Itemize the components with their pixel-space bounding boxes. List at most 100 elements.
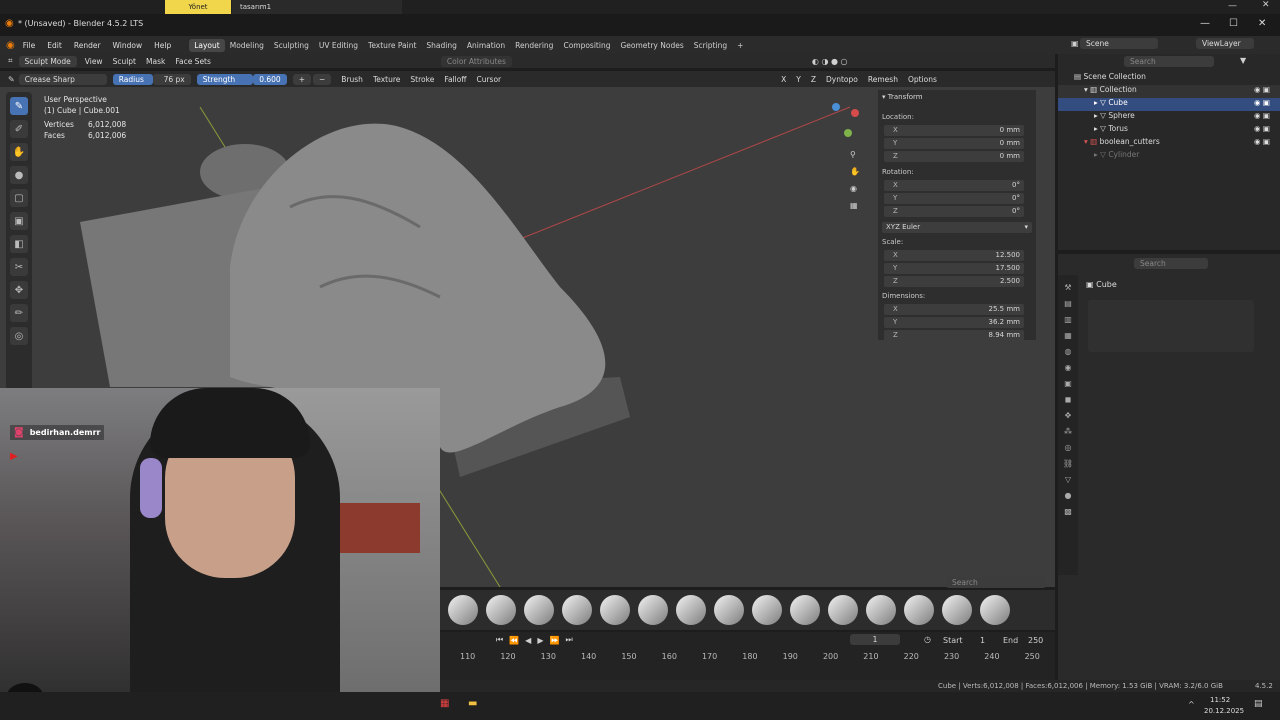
properties-search-input[interactable]: Search bbox=[1134, 258, 1208, 269]
pan-hand-icon[interactable]: ✋ bbox=[850, 167, 860, 176]
outliner-item-collection[interactable]: ▾ ▥ Collection ◉ ▣ bbox=[1058, 85, 1280, 98]
brush-thumbnail[interactable] bbox=[942, 595, 972, 625]
app-icon[interactable]: ▦ bbox=[440, 698, 449, 709]
rotation-x-field[interactable]: X 0° bbox=[884, 180, 1024, 191]
visibility-eye-icon[interactable]: ◉ ▣ bbox=[1254, 111, 1270, 120]
close-icon[interactable]: ✕ bbox=[1262, 0, 1270, 10]
editor-type-icon[interactable]: ⌗ bbox=[8, 56, 13, 66]
scale-z-field[interactable]: Z 2.500 bbox=[884, 276, 1024, 287]
outliner-item-boolean-cutters[interactable]: ▾ ▥ boolean_cutters ◉ ▣ bbox=[1058, 137, 1280, 150]
blender-menu-icon[interactable]: ◉ bbox=[6, 40, 15, 51]
strength-field[interactable]: 0.600 bbox=[252, 73, 287, 85]
play-icon[interactable]: ▶ bbox=[537, 636, 543, 645]
outliner-item-cube[interactable]: ▸ ▽ Cube ◉ ▣ bbox=[1058, 98, 1280, 111]
brush-thumbnail[interactable] bbox=[866, 595, 896, 625]
data-tab-icon[interactable]: ▽ bbox=[1065, 475, 1071, 484]
end-field[interactable]: 250 bbox=[1028, 636, 1043, 645]
remesh-dropdown[interactable]: Remesh bbox=[868, 75, 898, 84]
visibility-eye-icon[interactable]: ◉ ▣ bbox=[1254, 98, 1270, 107]
add-icon[interactable]: + bbox=[292, 73, 311, 85]
menu-edit[interactable]: Edit bbox=[47, 41, 62, 50]
symmetry-z[interactable]: Z bbox=[811, 75, 816, 84]
chevron-up-icon[interactable]: ^ bbox=[1188, 700, 1195, 709]
transform-tool[interactable]: ✥ bbox=[10, 281, 28, 299]
rotation-y-field[interactable]: Y 0° bbox=[884, 193, 1024, 204]
menu-mask[interactable]: Mask bbox=[146, 57, 165, 66]
brush-thumbnail[interactable] bbox=[904, 595, 934, 625]
face-set-tool[interactable]: ◧ bbox=[10, 235, 28, 253]
scene-selector[interactable]: Scene bbox=[1080, 38, 1158, 49]
symmetry-y[interactable]: Y bbox=[796, 75, 801, 84]
brush-thumbnail[interactable] bbox=[980, 595, 1010, 625]
world-tab-icon[interactable]: ◉ bbox=[1065, 363, 1072, 372]
strength-label[interactable]: Strength bbox=[196, 73, 253, 85]
visibility-eye-icon[interactable]: ◉ ▣ bbox=[1254, 124, 1270, 133]
stopwatch-icon[interactable]: ◷ bbox=[924, 635, 931, 644]
jump-end-icon[interactable]: ⏭ bbox=[565, 635, 572, 645]
scale-x-field[interactable]: X 12.500 bbox=[884, 250, 1024, 261]
viewlayer-selector[interactable]: ViewLayer bbox=[1196, 38, 1254, 49]
material-tab-icon[interactable]: ● bbox=[1065, 491, 1072, 500]
tab-sculpting[interactable]: Sculpting bbox=[269, 39, 314, 52]
outliner-item-torus[interactable]: ▸ ▽ Torus ◉ ▣ bbox=[1058, 124, 1280, 137]
tab-shading[interactable]: Shading bbox=[421, 39, 461, 52]
tab-tasarim[interactable]: tasarım1 bbox=[232, 0, 402, 14]
smooth-brush-tool[interactable]: ● bbox=[10, 166, 28, 184]
mode-selector[interactable]: Sculpt Mode bbox=[18, 55, 77, 67]
mask-tool[interactable]: ▢ bbox=[10, 189, 28, 207]
stroke-dropdown[interactable]: Stroke bbox=[410, 75, 434, 84]
box-hide-tool[interactable]: ▣ bbox=[10, 212, 28, 230]
brush-selector[interactable]: Crease Sharp bbox=[18, 73, 107, 85]
view-layer-tab-icon[interactable]: ▦ bbox=[1064, 331, 1072, 340]
object-tab-icon[interactable]: ◼ bbox=[1065, 395, 1072, 404]
brush-thumbnail[interactable] bbox=[524, 595, 554, 625]
grab-brush-tool[interactable]: ✋ bbox=[10, 143, 28, 161]
modifier-tab-icon[interactable]: ✥ bbox=[1065, 411, 1072, 420]
scale-y-field[interactable]: Y 17.500 bbox=[884, 263, 1024, 274]
close-icon[interactable]: ✕ bbox=[1258, 18, 1266, 29]
collection-tab-icon[interactable]: ▣ bbox=[1064, 379, 1072, 388]
notification-icon[interactable]: ▤ bbox=[1254, 699, 1263, 709]
rotation-z-field[interactable]: Z 0° bbox=[884, 206, 1024, 217]
transform-header[interactable]: ▾ Transform bbox=[882, 93, 923, 101]
brush-thumbnail[interactable] bbox=[448, 595, 478, 625]
maximize-icon[interactable]: ☐ bbox=[1229, 18, 1238, 29]
brush-thumbnail[interactable] bbox=[562, 595, 592, 625]
outliner-search-input[interactable]: Search bbox=[1124, 56, 1214, 67]
outliner-item-cylinder[interactable]: ▸ ▽ Cylinder bbox=[1058, 150, 1280, 163]
shading-icons[interactable]: ◐ ◑ ● ○ bbox=[812, 57, 848, 66]
folder-icon[interactable]: ▬ bbox=[468, 698, 477, 709]
filter-tool[interactable]: ◎ bbox=[10, 327, 28, 345]
rotation-mode-select[interactable]: XYZ Euler ▾ bbox=[882, 222, 1032, 233]
subtract-icon[interactable]: − bbox=[313, 73, 332, 85]
menu-window[interactable]: Window bbox=[113, 41, 143, 50]
symmetry-x[interactable]: X bbox=[781, 75, 786, 84]
brush-thumbnail[interactable] bbox=[752, 595, 782, 625]
clay-brush-tool[interactable]: ✐ bbox=[10, 120, 28, 138]
tab-modeling[interactable]: Modeling bbox=[225, 39, 269, 52]
tab-scripting[interactable]: Scripting bbox=[689, 39, 732, 52]
location-x-field[interactable]: X 0 mm bbox=[884, 125, 1024, 136]
tab-compositing[interactable]: Compositing bbox=[558, 39, 615, 52]
zoom-icon[interactable]: ⚲ bbox=[850, 150, 860, 159]
color-attributes-button[interactable]: Color Attributes bbox=[440, 55, 512, 67]
scene-tab-icon[interactable]: ◍ bbox=[1065, 347, 1072, 356]
physics-tab-icon[interactable]: ◎ bbox=[1065, 443, 1072, 452]
brush-search-input[interactable]: Search bbox=[946, 577, 1046, 588]
tab-yonet[interactable]: Yönet bbox=[165, 0, 231, 14]
location-y-field[interactable]: Y 0 mm bbox=[884, 138, 1024, 149]
next-keyframe-icon[interactable]: ⏩ bbox=[549, 636, 559, 645]
brush-thumbnail[interactable] bbox=[638, 595, 668, 625]
current-frame-field[interactable]: 1 bbox=[850, 634, 900, 645]
brush-thumbnail[interactable] bbox=[600, 595, 630, 625]
brush-thumbnail[interactable] bbox=[790, 595, 820, 625]
texture-tab-icon[interactable]: ▩ bbox=[1064, 507, 1072, 516]
particles-tab-icon[interactable]: ⁂ bbox=[1064, 427, 1072, 436]
play-reverse-icon[interactable]: ◀ bbox=[525, 636, 531, 645]
brush-thumbnail[interactable] bbox=[676, 595, 706, 625]
outliner-item-sphere[interactable]: ▸ ▽ Sphere ◉ ▣ bbox=[1058, 111, 1280, 124]
menu-view[interactable]: View bbox=[85, 57, 103, 66]
dimensions-z-field[interactable]: Z 8.94 mm bbox=[884, 330, 1024, 341]
tab-texture-paint[interactable]: Texture Paint bbox=[363, 39, 421, 52]
cursor-dropdown[interactable]: Cursor bbox=[476, 75, 501, 84]
